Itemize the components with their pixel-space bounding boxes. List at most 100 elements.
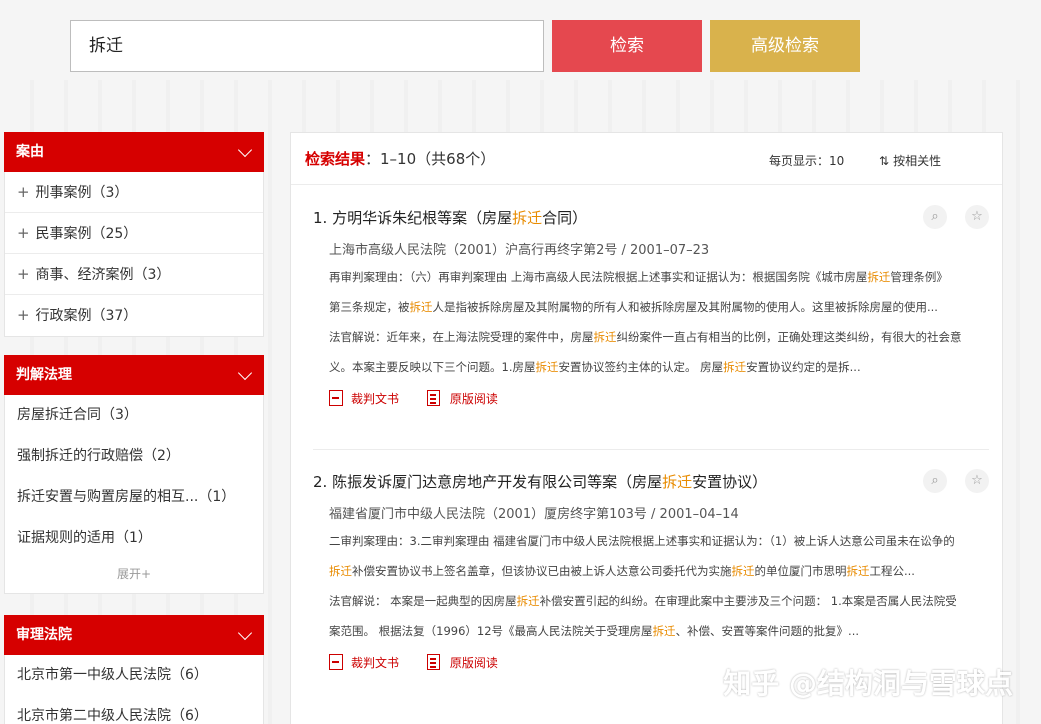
case-links: 裁判文书 原版阅读 xyxy=(313,390,989,416)
star-icon[interactable]: ☆ xyxy=(965,205,989,229)
highlight-term: 拆迁 xyxy=(652,624,676,638)
highlight-term: 拆迁 xyxy=(723,360,747,374)
case-court: 福建省厦门市中级人民法院（2001）厦房终字第103号 / 2001–04–14 xyxy=(329,507,739,522)
highlight-term: 拆迁 xyxy=(662,473,693,491)
filter-panel-court: 审理法院 北京市第一中级人民法院（6） 北京市第二中级人民法院（6） xyxy=(4,615,264,724)
star-icon[interactable]: ☆ xyxy=(965,469,989,493)
preview-icon[interactable]: ⌕ xyxy=(923,205,947,229)
case-title-text: 2. 陈振发诉厦门达意房地产开发有限公司等案（房屋 xyxy=(313,473,663,491)
sidebar-item-reasoning-3[interactable]: 拆迁安置与购置房屋的相互...（1） xyxy=(5,477,263,518)
highlight-term: 拆迁 xyxy=(846,564,870,578)
sort-label: 按相关性 xyxy=(893,154,942,168)
chevron-down-icon xyxy=(237,625,253,641)
snippet-text: 义。本案主要反映以下三个问题。1.房屋 xyxy=(329,360,536,374)
highlight-term: 拆迁 xyxy=(516,594,540,608)
case-actions: ⌕ ☆ xyxy=(905,205,989,229)
case-snippet: 二审判案理由：3.二审判案理由 福建省厦门市中级人民法院根据上述事实和证据认为：… xyxy=(313,526,989,646)
snippet-text: 管理条例》 xyxy=(890,270,948,284)
sidebar-item-commercial[interactable]: + 商事、经济案例（3） xyxy=(5,254,263,295)
search-button[interactable]: 检索 xyxy=(552,20,702,72)
chevron-down-icon xyxy=(237,142,253,158)
snippet-text: 二审判案理由：3.二审判案理由 福建省厦门市中级人民法院根据上述事实和证据认为：… xyxy=(329,534,955,548)
case-title-text: 合同） xyxy=(542,209,588,227)
filter-panel-legal-reasoning: 判解法理 房屋拆迁合同（3） 强制拆迁的行政赔偿（2） 拆迁安置与购置房屋的相互… xyxy=(4,355,264,594)
judgment-doc-link[interactable]: 裁判文书 xyxy=(329,654,399,671)
sort-selector[interactable]: ⇅ 按相关性 xyxy=(879,152,941,169)
search-input[interactable]: 拆迁 xyxy=(70,20,544,72)
snippet-text: 人是指被拆除房屋及其附属物的所有人和被拆除房屋及其附属物的使用人。这里被拆除房屋… xyxy=(432,300,938,314)
document-icon xyxy=(426,390,440,406)
snippet-text: 再审判案理由：（六）再审判案理由 上海市高级人民法院根据上述事实和证据认为：根据… xyxy=(329,270,868,284)
sidebar-item-label: 行政案例（37） xyxy=(35,308,138,324)
panel-title: 案由 xyxy=(16,144,44,160)
judgment-doc-link[interactable]: 裁判文书 xyxy=(329,390,399,407)
panel-title: 判解法理 xyxy=(16,367,72,383)
case-court: 上海市高级人民法院（2001）沪高行再终字第2号 / 2001–07–23 xyxy=(329,243,710,258)
filter-panel-case-type: 案由 + 刑事案例（3） + 民事案例（25） + 商事、经济案例（3） + 行… xyxy=(4,132,264,337)
snippet-line: 案范围。 根据法复（1996）12号《最高人民法院关于受理房屋拆迁、补偿、安置等… xyxy=(329,616,989,646)
highlight-term: 拆迁 xyxy=(409,300,433,314)
panel-header-case-type[interactable]: 案由 xyxy=(4,132,264,172)
plus-icon: + xyxy=(17,183,30,201)
original-read-link[interactable]: 原版阅读 xyxy=(426,654,498,671)
result-item: 1. 方明华诉朱纪根等案（房屋拆迁合同） ⌕ ☆ 上海市高级人民法院（2001）沪… xyxy=(313,205,989,416)
snippet-text: 补偿安置引起的纠纷。在审理此案中主要涉及三个问题： 1.本案是否属人民法院受 xyxy=(539,594,957,608)
sort-icon: ⇅ xyxy=(879,154,890,168)
sidebar-item-reasoning-4[interactable]: 证据规则的适用（1） xyxy=(5,518,263,559)
sidebar-item-administrative[interactable]: + 行政案例（37） xyxy=(5,295,263,336)
snippet-line: 义。本案主要反映以下三个问题。1.房屋拆迁安置协议签约主体的认定。 房屋拆迁安置… xyxy=(329,352,989,382)
snippet-text: 第三条规定，被 xyxy=(329,300,410,314)
highlight-term: 拆迁 xyxy=(329,564,352,578)
pdf-icon xyxy=(329,654,343,670)
plus-icon: + xyxy=(17,306,30,324)
highlight-term: 拆迁 xyxy=(731,564,755,578)
pdf-icon xyxy=(329,390,343,406)
link-label: 原版阅读 xyxy=(449,392,498,406)
result-item: 2. 陈振发诉厦门达意房地产开发有限公司等案（房屋拆迁安置协议） ⌕ ☆ 福建省厦… xyxy=(313,469,989,680)
case-title-text: 安置协议） xyxy=(692,473,768,491)
link-label: 原版阅读 xyxy=(449,656,498,670)
sidebar-item-reasoning-2[interactable]: 强制拆迁的行政赔偿（2） xyxy=(5,436,263,477)
preview-icon[interactable]: ⌕ xyxy=(923,469,947,493)
sidebar-item-label: 刑事案例（3） xyxy=(35,185,129,201)
plus-icon: + xyxy=(17,265,30,283)
snippet-text: 安置协议约定的是拆... xyxy=(746,360,861,374)
advanced-search-button[interactable]: 高级检索 xyxy=(710,20,860,72)
sidebar-item-reasoning-1[interactable]: 房屋拆迁合同（3） xyxy=(5,395,263,436)
link-label: 裁判文书 xyxy=(351,656,400,670)
snippet-line: 再审判案理由：（六）再审判案理由 上海市高级人民法院根据上述事实和证据认为：根据… xyxy=(329,262,989,292)
per-page-selector[interactable]: 每页显示：10 xyxy=(769,152,844,169)
snippet-line: 第三条规定，被拆迁人是指被拆除房屋及其附属物的所有人和被拆除房屋及其附属物的使用… xyxy=(329,292,989,322)
sidebar-item-criminal[interactable]: + 刑事案例（3） xyxy=(5,172,263,213)
sidebar-item-court-2[interactable]: 北京市第二中级人民法院（6） xyxy=(5,696,263,724)
results-panel: 检索结果：1–10（共68个） 每页显示：10 ⇅ 按相关性 1. 方明华诉朱纪根… xyxy=(290,132,1003,724)
snippet-text: 案范围。 根据法复（1996）12号《最高人民法院关于受理房屋 xyxy=(329,624,653,638)
case-title-text: 1. 方明华诉朱纪根等案（房屋 xyxy=(313,209,513,227)
highlight-term: 拆迁 xyxy=(512,209,543,227)
case-title[interactable]: 1. 方明华诉朱纪根等案（房屋拆迁合同） xyxy=(313,205,989,231)
highlight-term: 拆迁 xyxy=(535,360,559,374)
sidebar-item-court-1[interactable]: 北京市第一中级人民法院（6） xyxy=(5,655,263,696)
original-read-link[interactable]: 原版阅读 xyxy=(426,390,498,407)
results-count: 检索结果：1–10（共68个） xyxy=(305,148,495,169)
sidebar-item-civil[interactable]: + 民事案例（25） xyxy=(5,213,263,254)
link-label: 裁判文书 xyxy=(351,392,400,406)
results-label: 检索结果 xyxy=(305,150,366,168)
snippet-text: 纠纷案件一直占有相当的比例，正确处理这类纠纷，有很大的社会意 xyxy=(616,330,962,344)
snippet-line: 法官解说：近年来，在上海法院受理的案件中，房屋拆迁纠纷案件一直占有相当的比例，正… xyxy=(329,322,989,352)
snippet-text: 、补偿、安置等案件问题的批复》... xyxy=(675,624,860,638)
plus-icon: + xyxy=(17,224,30,242)
snippet-text: 的单位厦门市思明 xyxy=(754,564,847,578)
panel-title: 审理法院 xyxy=(16,627,72,643)
snippet-text: 法官解说：近年来，在上海法院受理的案件中，房屋 xyxy=(329,330,594,344)
expand-link[interactable]: 展开+ xyxy=(5,559,263,593)
results-range: ：1–10（共68个） xyxy=(365,150,496,168)
panel-header-court[interactable]: 审理法院 xyxy=(4,615,264,655)
results-header: 检索结果：1–10（共68个） 每页显示：10 ⇅ 按相关性 xyxy=(291,133,1002,185)
divider xyxy=(313,449,989,450)
case-title[interactable]: 2. 陈振发诉厦门达意房地产开发有限公司等案（房屋拆迁安置协议） xyxy=(313,469,989,495)
snippet-text: 法官解说： 本案是一起典型的因房屋 xyxy=(329,594,517,608)
snippet-line: 二审判案理由：3.二审判案理由 福建省厦门市中级人民法院根据上述事实和证据认为：… xyxy=(329,526,989,556)
panel-header-legal-reasoning[interactable]: 判解法理 xyxy=(4,355,264,395)
sidebar-item-label: 民事案例（25） xyxy=(35,226,138,242)
